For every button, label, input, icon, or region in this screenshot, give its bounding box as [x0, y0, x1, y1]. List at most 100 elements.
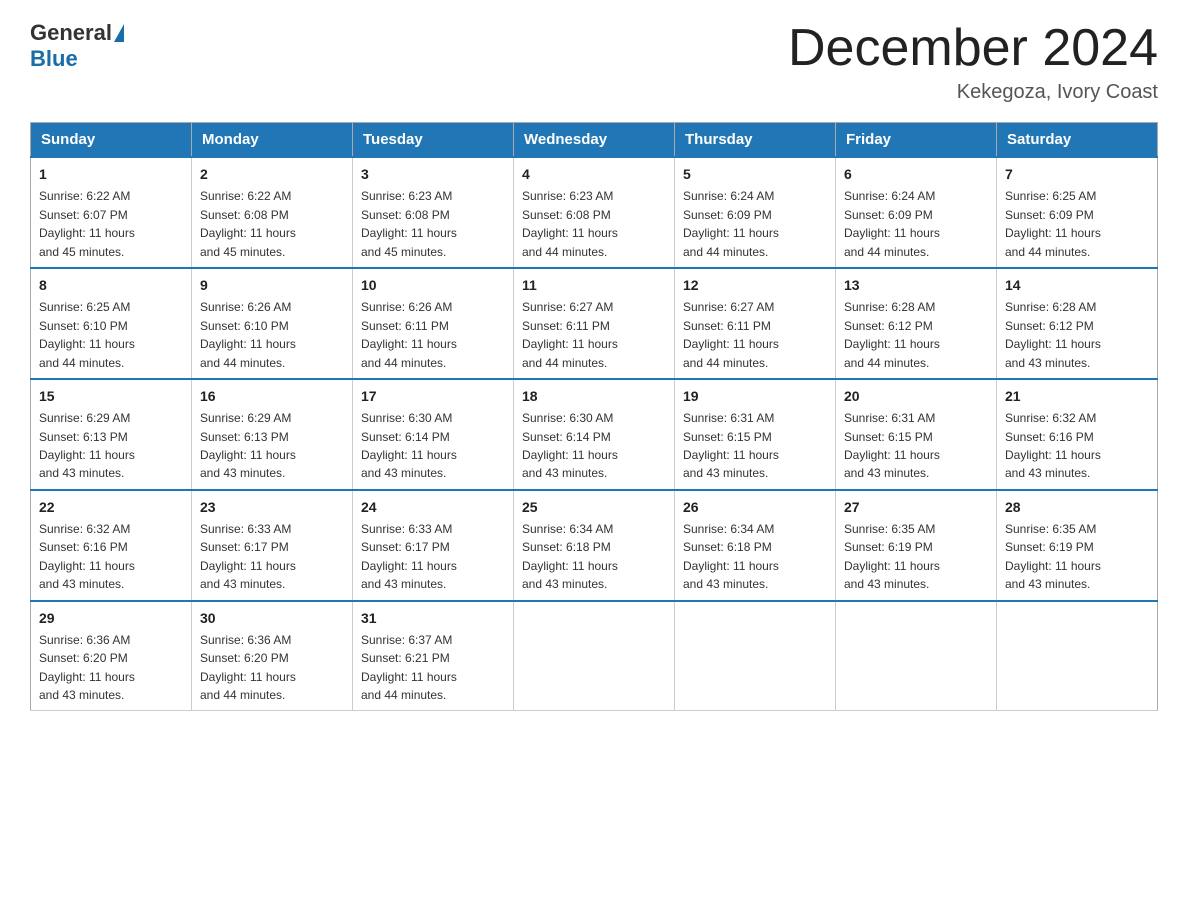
table-row: 23 Sunrise: 6:33 AMSunset: 6:17 PMDaylig…: [192, 490, 353, 601]
day-info: Sunrise: 6:28 AMSunset: 6:12 PMDaylight:…: [844, 300, 940, 369]
header-monday: Monday: [192, 123, 353, 158]
table-row: 28 Sunrise: 6:35 AMSunset: 6:19 PMDaylig…: [997, 490, 1158, 601]
day-number: 4: [522, 164, 666, 184]
day-number: 21: [1005, 386, 1149, 406]
table-row: 14 Sunrise: 6:28 AMSunset: 6:12 PMDaylig…: [997, 268, 1158, 379]
month-title: December 2024: [788, 20, 1158, 77]
day-number: 25: [522, 497, 666, 517]
day-info: Sunrise: 6:32 AMSunset: 6:16 PMDaylight:…: [1005, 411, 1101, 480]
day-number: 14: [1005, 275, 1149, 295]
day-number: 8: [39, 275, 183, 295]
day-info: Sunrise: 6:25 AMSunset: 6:10 PMDaylight:…: [39, 300, 135, 369]
day-info: Sunrise: 6:34 AMSunset: 6:18 PMDaylight:…: [683, 522, 779, 591]
day-info: Sunrise: 6:29 AMSunset: 6:13 PMDaylight:…: [200, 411, 296, 480]
logo-blue-text: Blue: [30, 46, 78, 71]
table-row: 2 Sunrise: 6:22 AMSunset: 6:08 PMDayligh…: [192, 157, 353, 268]
logo-general-text: General: [30, 20, 112, 46]
table-row: 20 Sunrise: 6:31 AMSunset: 6:15 PMDaylig…: [836, 379, 997, 490]
day-info: Sunrise: 6:23 AMSunset: 6:08 PMDaylight:…: [522, 189, 618, 258]
day-number: 31: [361, 608, 505, 628]
table-row: 8 Sunrise: 6:25 AMSunset: 6:10 PMDayligh…: [31, 268, 192, 379]
day-info: Sunrise: 6:23 AMSunset: 6:08 PMDaylight:…: [361, 189, 457, 258]
table-row: 29 Sunrise: 6:36 AMSunset: 6:20 PMDaylig…: [31, 601, 192, 711]
calendar-week-row: 29 Sunrise: 6:36 AMSunset: 6:20 PMDaylig…: [31, 601, 1158, 711]
day-number: 16: [200, 386, 344, 406]
title-block: December 2024 Kekegoza, Ivory Coast: [788, 20, 1158, 104]
day-number: 11: [522, 275, 666, 295]
table-row: 15 Sunrise: 6:29 AMSunset: 6:13 PMDaylig…: [31, 379, 192, 490]
day-number: 1: [39, 164, 183, 184]
day-number: 12: [683, 275, 827, 295]
header-thursday: Thursday: [675, 123, 836, 158]
header-friday: Friday: [836, 123, 997, 158]
day-info: Sunrise: 6:26 AMSunset: 6:11 PMDaylight:…: [361, 300, 457, 369]
table-row: 4 Sunrise: 6:23 AMSunset: 6:08 PMDayligh…: [514, 157, 675, 268]
table-row: 12 Sunrise: 6:27 AMSunset: 6:11 PMDaylig…: [675, 268, 836, 379]
header-saturday: Saturday: [997, 123, 1158, 158]
table-row: 18 Sunrise: 6:30 AMSunset: 6:14 PMDaylig…: [514, 379, 675, 490]
table-row: 27 Sunrise: 6:35 AMSunset: 6:19 PMDaylig…: [836, 490, 997, 601]
table-row: [675, 601, 836, 711]
table-row: 31 Sunrise: 6:37 AMSunset: 6:21 PMDaylig…: [353, 601, 514, 711]
table-row: 17 Sunrise: 6:30 AMSunset: 6:14 PMDaylig…: [353, 379, 514, 490]
day-number: 26: [683, 497, 827, 517]
table-row: 7 Sunrise: 6:25 AMSunset: 6:09 PMDayligh…: [997, 157, 1158, 268]
table-row: 26 Sunrise: 6:34 AMSunset: 6:18 PMDaylig…: [675, 490, 836, 601]
day-info: Sunrise: 6:36 AMSunset: 6:20 PMDaylight:…: [200, 633, 296, 702]
day-info: Sunrise: 6:29 AMSunset: 6:13 PMDaylight:…: [39, 411, 135, 480]
day-number: 18: [522, 386, 666, 406]
day-info: Sunrise: 6:33 AMSunset: 6:17 PMDaylight:…: [200, 522, 296, 591]
day-number: 2: [200, 164, 344, 184]
day-info: Sunrise: 6:32 AMSunset: 6:16 PMDaylight:…: [39, 522, 135, 591]
table-row: 21 Sunrise: 6:32 AMSunset: 6:16 PMDaylig…: [997, 379, 1158, 490]
table-row: 11 Sunrise: 6:27 AMSunset: 6:11 PMDaylig…: [514, 268, 675, 379]
day-info: Sunrise: 6:27 AMSunset: 6:11 PMDaylight:…: [683, 300, 779, 369]
day-info: Sunrise: 6:31 AMSunset: 6:15 PMDaylight:…: [844, 411, 940, 480]
calendar-week-row: 1 Sunrise: 6:22 AMSunset: 6:07 PMDayligh…: [31, 157, 1158, 268]
day-info: Sunrise: 6:34 AMSunset: 6:18 PMDaylight:…: [522, 522, 618, 591]
table-row: [514, 601, 675, 711]
day-number: 29: [39, 608, 183, 628]
day-number: 3: [361, 164, 505, 184]
day-number: 10: [361, 275, 505, 295]
table-row: [997, 601, 1158, 711]
table-row: 5 Sunrise: 6:24 AMSunset: 6:09 PMDayligh…: [675, 157, 836, 268]
day-info: Sunrise: 6:26 AMSunset: 6:10 PMDaylight:…: [200, 300, 296, 369]
table-row: 1 Sunrise: 6:22 AMSunset: 6:07 PMDayligh…: [31, 157, 192, 268]
day-info: Sunrise: 6:37 AMSunset: 6:21 PMDaylight:…: [361, 633, 457, 702]
day-number: 22: [39, 497, 183, 517]
day-number: 13: [844, 275, 988, 295]
day-number: 27: [844, 497, 988, 517]
day-number: 6: [844, 164, 988, 184]
day-info: Sunrise: 6:35 AMSunset: 6:19 PMDaylight:…: [844, 522, 940, 591]
calendar-table: Sunday Monday Tuesday Wednesday Thursday…: [30, 122, 1158, 711]
page-header: General Blue December 2024 Kekegoza, Ivo…: [30, 20, 1158, 104]
logo: General Blue: [30, 20, 126, 72]
header-tuesday: Tuesday: [353, 123, 514, 158]
day-number: 15: [39, 386, 183, 406]
header-sunday: Sunday: [31, 123, 192, 158]
day-number: 5: [683, 164, 827, 184]
day-info: Sunrise: 6:33 AMSunset: 6:17 PMDaylight:…: [361, 522, 457, 591]
table-row: 30 Sunrise: 6:36 AMSunset: 6:20 PMDaylig…: [192, 601, 353, 711]
table-row: 24 Sunrise: 6:33 AMSunset: 6:17 PMDaylig…: [353, 490, 514, 601]
calendar-header-row: Sunday Monday Tuesday Wednesday Thursday…: [31, 123, 1158, 158]
day-number: 19: [683, 386, 827, 406]
table-row: 13 Sunrise: 6:28 AMSunset: 6:12 PMDaylig…: [836, 268, 997, 379]
day-info: Sunrise: 6:30 AMSunset: 6:14 PMDaylight:…: [522, 411, 618, 480]
table-row: 22 Sunrise: 6:32 AMSunset: 6:16 PMDaylig…: [31, 490, 192, 601]
day-info: Sunrise: 6:36 AMSunset: 6:20 PMDaylight:…: [39, 633, 135, 702]
table-row: 6 Sunrise: 6:24 AMSunset: 6:09 PMDayligh…: [836, 157, 997, 268]
day-number: 28: [1005, 497, 1149, 517]
day-info: Sunrise: 6:22 AMSunset: 6:08 PMDaylight:…: [200, 189, 296, 258]
day-number: 24: [361, 497, 505, 517]
table-row: 9 Sunrise: 6:26 AMSunset: 6:10 PMDayligh…: [192, 268, 353, 379]
table-row: 10 Sunrise: 6:26 AMSunset: 6:11 PMDaylig…: [353, 268, 514, 379]
day-info: Sunrise: 6:24 AMSunset: 6:09 PMDaylight:…: [683, 189, 779, 258]
day-info: Sunrise: 6:28 AMSunset: 6:12 PMDaylight:…: [1005, 300, 1101, 369]
day-info: Sunrise: 6:30 AMSunset: 6:14 PMDaylight:…: [361, 411, 457, 480]
calendar-week-row: 22 Sunrise: 6:32 AMSunset: 6:16 PMDaylig…: [31, 490, 1158, 601]
day-number: 20: [844, 386, 988, 406]
day-number: 23: [200, 497, 344, 517]
location-title: Kekegoza, Ivory Coast: [788, 81, 1158, 104]
